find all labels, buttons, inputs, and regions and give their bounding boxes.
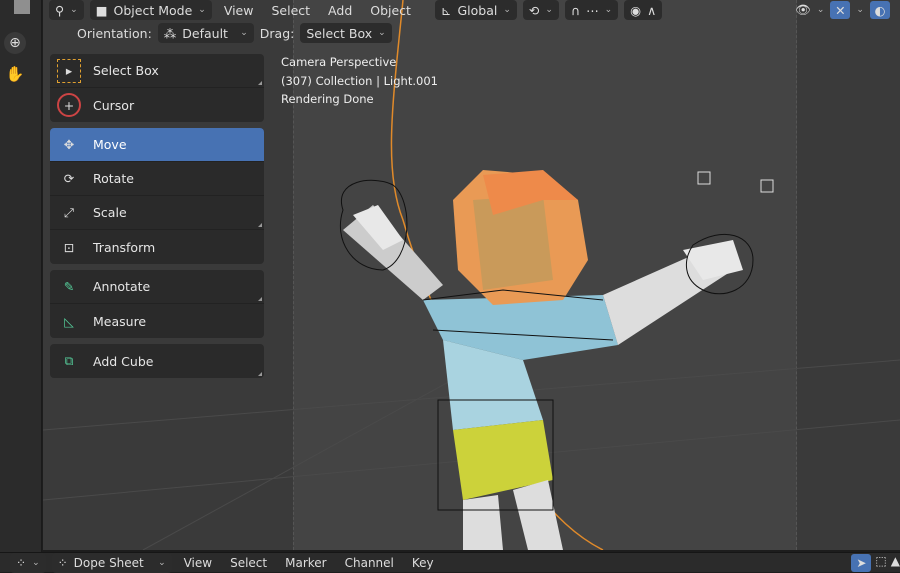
overlay-toggle[interactable]: ◐ — [869, 1, 890, 19]
gizmo-icon: ✕ — [835, 2, 846, 18]
tool-transform[interactable]: ⊡ Transform — [50, 230, 264, 264]
menu-view[interactable]: View — [218, 3, 260, 18]
editor-type-dropdown[interactable]: ⁘ ⌄ — [10, 552, 46, 573]
snap-increment-icon: ⋯ — [586, 2, 599, 18]
snap-toggle[interactable]: ∩ ⋯ ⌄ — [564, 0, 619, 20]
menu-key[interactable]: Key — [406, 556, 440, 570]
hand-pan-icon[interactable]: ✋ — [4, 63, 26, 85]
pivot-dropdown[interactable]: ⚲ ⌄ — [49, 0, 84, 20]
menu-view[interactable]: View — [178, 556, 218, 570]
viewport-info: Camera Perspective (307) Collection | Li… — [281, 55, 438, 106]
box-select-icon[interactable]: ⬚ — [875, 554, 886, 572]
axes-icon: ⊾ — [441, 2, 452, 18]
gizmo-toggle[interactable]: ✕ — [830, 1, 851, 19]
magnet-icon: ∩ — [570, 2, 581, 18]
dope-sheet-icon: ⁘ — [16, 555, 27, 570]
cursor-icon: + — [57, 93, 81, 117]
orientation-icon: ⁂ — [163, 25, 177, 41]
tool-settings-bar: Orientation: ⁂ Default ⌄ Drag: Select Box ⌄ — [77, 22, 392, 44]
object-mode-icon: ■ — [95, 2, 108, 18]
proportional-edit-toggle[interactable]: ◉ ∧ — [624, 0, 663, 20]
left-toolbar: ⊕ ✋ — [0, 0, 42, 552]
tool-add-cube[interactable]: ⧉ Add Cube — [50, 344, 264, 378]
orientation-dropdown[interactable]: ⁂ Default ⌄ — [157, 23, 254, 43]
overlay-header: 👁 ⌄ ✕ ⌄ ◐ — [795, 0, 890, 20]
select-tool-button[interactable]: ➤ — [851, 553, 872, 572]
select-box-icon: ▸ — [57, 58, 81, 83]
tool-group-transform: ✥ Move ⟳ Rotate ⤢ Scale ⊡ Transform — [50, 128, 264, 264]
tool-measure[interactable]: ◺ Measure — [50, 304, 264, 338]
menu-select[interactable]: Select — [265, 3, 316, 18]
visibility-icon[interactable]: 👁 — [795, 2, 811, 18]
tool-group-add: ⧉ Add Cube — [50, 344, 264, 378]
tool-cursor[interactable]: + Cursor — [50, 88, 264, 122]
tool-rotate[interactable]: ⟳ Rotate — [50, 162, 264, 196]
viewport-header: ⚲ ⌄ ■ Object Mode ⌄ View Select Add Object — [49, 0, 417, 20]
tool-group-select: ▸ Select Box + Cursor — [50, 54, 264, 122]
pivot-icon: ⚲ — [55, 2, 65, 18]
dope-sheet-header: ⁘ ⌄ ⁘ Dope Sheet ⌄ View Select Marker Chann… — [0, 552, 900, 573]
move-icon: ✥ — [63, 137, 75, 152]
tool-group-annotate: ✎ Annotate ◺ Measure — [50, 270, 264, 338]
menu-marker[interactable]: Marker — [279, 556, 332, 570]
mode-dropdown[interactable]: ■ Object Mode ⌄ — [89, 0, 212, 20]
annotate-icon: ✎ — [63, 279, 75, 294]
rotate-icon: ⟳ — [63, 171, 75, 186]
zoom-icon[interactable]: ⊕ — [4, 32, 26, 54]
proportional-edit-icon: ◉ — [630, 2, 642, 18]
pivot-point-icon: ⟲ — [528, 2, 540, 18]
tool-move[interactable]: ✥ Move — [50, 128, 264, 162]
dope-sheet-mode-icon: ⁘ — [57, 555, 68, 570]
scale-icon: ⤢ — [63, 204, 74, 220]
falloff-icon: ∧ — [647, 2, 657, 18]
tool-scale[interactable]: ⤢ Scale — [50, 196, 264, 230]
drag-dropdown[interactable]: Select Box ⌄ — [300, 23, 392, 43]
pointer-icon: ➤ — [856, 555, 867, 570]
tool-panel: ▸ Select Box + Cursor ✥ Move ⟳ Rotate ⤢ Scale… — [50, 54, 264, 384]
filter-icon[interactable]: ▲ — [891, 554, 900, 572]
menu-object[interactable]: Object — [364, 3, 417, 18]
pivot-point-dropdown[interactable]: ⟲ ⌄ — [522, 0, 559, 20]
overlay-icon: ◐ — [874, 2, 886, 18]
transform-icon: ⊡ — [63, 239, 75, 255]
menu-channel[interactable]: Channel — [339, 556, 400, 570]
tool-annotate[interactable]: ✎ Annotate — [50, 270, 264, 304]
transform-header: ⊾ Global ⌄ ⟲ ⌄ ∩ ⋯ ⌄ ◉ ∧ — [435, 0, 663, 20]
menu-select[interactable]: Select — [224, 556, 273, 570]
measure-icon: ◺ — [64, 313, 74, 329]
add-cube-icon: ⧉ — [64, 353, 74, 368]
tool-select-box[interactable]: ▸ Select Box — [50, 54, 264, 88]
menu-add[interactable]: Add — [322, 3, 358, 18]
editor-type-icon[interactable] — [14, 0, 30, 14]
dope-sheet-mode-dropdown[interactable]: ⁘ Dope Sheet ⌄ — [51, 552, 172, 573]
transform-orientation-dropdown[interactable]: ⊾ Global ⌄ — [435, 0, 517, 20]
